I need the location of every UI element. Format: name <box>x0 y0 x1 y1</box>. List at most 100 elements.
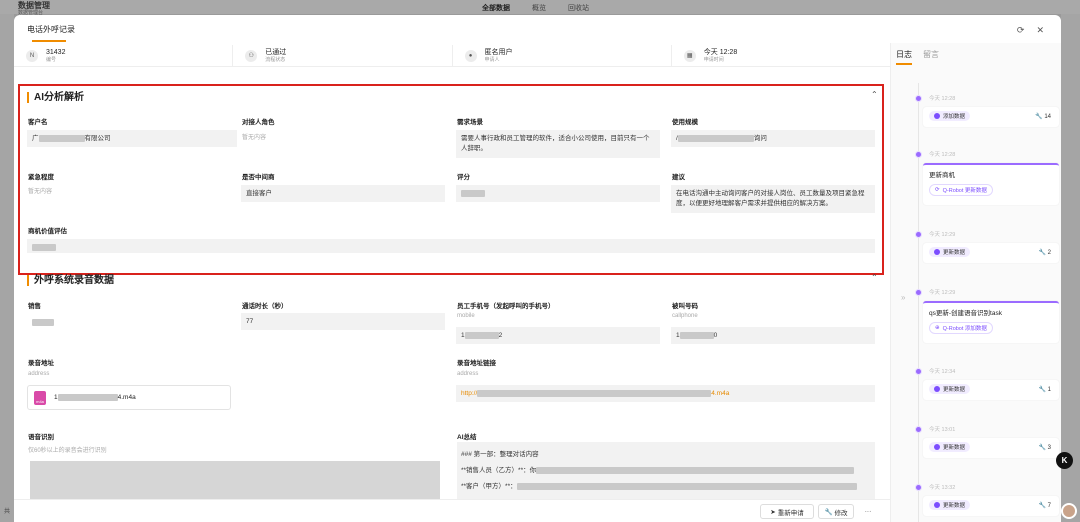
log-action-pill: 更新数据 <box>929 384 971 394</box>
header-actions: ⟳ ✕ <box>1017 25 1044 36</box>
speech-label: 语音识别 <box>28 434 54 441</box>
log-time: 今天 13:01 <box>929 427 956 433</box>
timeline-dot <box>915 484 922 491</box>
action-icon <box>934 113 940 119</box>
record-link-field[interactable]: http://4.m4a <box>456 385 875 402</box>
log-time: 今天 12:29 <box>929 232 956 238</box>
log-entry[interactable]: qs更新-创建语音识别task ⊕ Q-Robot 添加数据 <box>923 301 1059 343</box>
number-icon: N <box>26 49 38 62</box>
record-addr-sub: address <box>28 371 50 377</box>
need-label: 需求场景 <box>457 119 483 126</box>
timeline-dot <box>915 289 922 296</box>
chevron-up-icon[interactable]: ⌃ <box>871 90 878 99</box>
robot-icon: ⟳ <box>935 187 940 193</box>
tab-log[interactable]: 日志 <box>896 49 912 65</box>
tab-recycle[interactable]: 回收站 <box>568 3 589 13</box>
ai-summary-line-row: **客户（甲方）**： <box>461 480 871 493</box>
log-entry[interactable]: 更新数据 🔧 1 <box>923 380 1059 400</box>
modal-title: 电话外呼记录 <box>27 25 75 34</box>
plus-icon: ⊕ <box>935 325 940 331</box>
info-value: 匿名用户 <box>484 48 513 56</box>
log-action-pill: 添加数据 <box>929 111 971 121</box>
resubmit-button[interactable]: ➤ 重新申请 <box>760 504 814 519</box>
modal-footer: ➤ 重新申请 🔧 修改 ··· <box>14 499 890 522</box>
background-right <box>1061 14 1080 522</box>
log-entry[interactable]: 更新数据 🔧 3 <box>923 438 1059 458</box>
log-time: 今天 12:28 <box>929 96 956 102</box>
info-label: 申请人 <box>484 56 500 63</box>
urgency-value: 暂无内容 <box>28 189 53 195</box>
advice-field[interactable]: 在电话沟通中主动询问客户的对接人岗位、员工数量及项目紧急程度，以便更好地理解客户… <box>671 185 875 213</box>
middleman-field[interactable]: 直接客户 <box>241 185 445 202</box>
employee-phone-field[interactable]: 12 <box>456 327 660 344</box>
sales-label: 销售 <box>28 303 41 310</box>
record-link-label: 录音地址链接 <box>457 360 496 367</box>
log-count: 🔧 1 <box>1038 387 1051 393</box>
customer-name-field[interactable]: 广有限公司 <box>27 130 237 147</box>
audio-file-icon: m4a <box>34 390 46 405</box>
action-icon <box>934 444 940 450</box>
call-section-title: 外呼系统录音数据 <box>27 275 114 286</box>
close-icon[interactable]: ✕ <box>1036 25 1044 36</box>
calendar-icon: ▦ <box>683 49 696 62</box>
urgency-label: 紧急程度 <box>28 174 54 181</box>
value-eval-field[interactable] <box>27 239 875 253</box>
log-time: 今天 12:28 <box>929 152 956 158</box>
chevron-right-icon[interactable]: » <box>901 293 905 302</box>
contact-role-label: 对接人角色 <box>242 119 275 126</box>
log-action-pill: ⊕ Q-Robot 添加数据 <box>929 322 993 334</box>
scale-label: 使用规模 <box>672 119 698 126</box>
audio-file-card[interactable]: m4a 1 4.m4a <box>27 385 231 410</box>
action-icon <box>934 249 940 255</box>
more-button[interactable]: ··· <box>859 504 877 519</box>
floating-action-button[interactable]: K <box>1056 452 1073 469</box>
duration-field[interactable]: 77 <box>241 313 445 330</box>
info-cell-number: N 31432 编号 <box>14 45 234 66</box>
info-cell-status: ⚇ 已通过 流程状态 <box>233 45 453 66</box>
middleman-label: 是否中间商 <box>242 174 275 181</box>
log-count: 🔧 3 <box>1038 445 1051 451</box>
score-field[interactable] <box>456 185 660 202</box>
wrench-icon: 🔧 <box>824 508 833 516</box>
ai-summary-line: **销售人员（乙方）**：你 <box>461 467 537 474</box>
value-eval-label: 商机价值评估 <box>28 228 67 235</box>
tab-message[interactable]: 留言 <box>923 49 939 65</box>
callee-field[interactable]: 10 <box>671 327 875 344</box>
background-left <box>0 14 14 522</box>
ai-summary-line: **客户（甲方）**： <box>461 483 517 490</box>
log-entry[interactable]: 更新数据 🔧 2 <box>923 243 1059 263</box>
info-label: 编号 <box>46 56 57 63</box>
refresh-icon[interactable]: ⟳ <box>1017 25 1025 36</box>
avatar[interactable] <box>1061 503 1077 519</box>
flow-icon: ⚇ <box>245 49 258 62</box>
send-icon: ➤ <box>770 508 776 516</box>
log-time: 今天 12:29 <box>929 290 956 296</box>
info-value: 已通过 <box>265 48 287 56</box>
scale-field[interactable]: / 询问 <box>671 130 875 147</box>
score-label: 评分 <box>457 174 470 181</box>
timeline-dot <box>915 151 922 158</box>
log-entry[interactable]: 更新商机 ⟳ Q-Robot 更新数据 <box>923 163 1059 205</box>
info-strip: N 31432 编号 ⚇ 已通过 流程状态 ● 匿名用户 申请人 ▦ 今天 12:28… <box>14 45 890 67</box>
callee-sub: callphone <box>672 313 698 319</box>
log-action-pill: 更新数据 <box>929 500 971 510</box>
edit-button[interactable]: 🔧 修改 <box>818 504 854 519</box>
background-left-label: 共 <box>4 509 11 515</box>
log-count: 🔧 2 <box>1038 250 1051 256</box>
sales-field[interactable] <box>27 314 57 329</box>
log-count: 🔧 7 <box>1038 503 1051 509</box>
ai-summary-label: AI总结 <box>457 434 477 441</box>
info-label: 申请时间 <box>703 56 724 63</box>
log-entry[interactable]: 更新数据 🔧 7 <box>923 496 1059 516</box>
tab-overview[interactable]: 概览 <box>532 3 546 13</box>
tab-all-data[interactable]: 全部数据 <box>482 3 510 13</box>
ai-summary-line-row: **销售人员（乙方）**：你 <box>461 464 871 477</box>
action-icon <box>934 502 940 508</box>
speech-hint: 仅60秒以上的录音会进行识别 <box>28 448 107 454</box>
customer-name-label: 客户名 <box>28 119 48 126</box>
log-text: 更新商机 <box>929 172 955 179</box>
need-field[interactable]: 需要人事行政和员工管理的软件，适合小公司使用，目前只有一个人辞职。 <box>456 130 660 158</box>
chevron-up-icon[interactable]: ⌃ <box>871 273 878 282</box>
log-entry[interactable]: 添加数据 🔧 14 <box>923 107 1059 127</box>
info-label: 流程状态 <box>265 56 286 63</box>
